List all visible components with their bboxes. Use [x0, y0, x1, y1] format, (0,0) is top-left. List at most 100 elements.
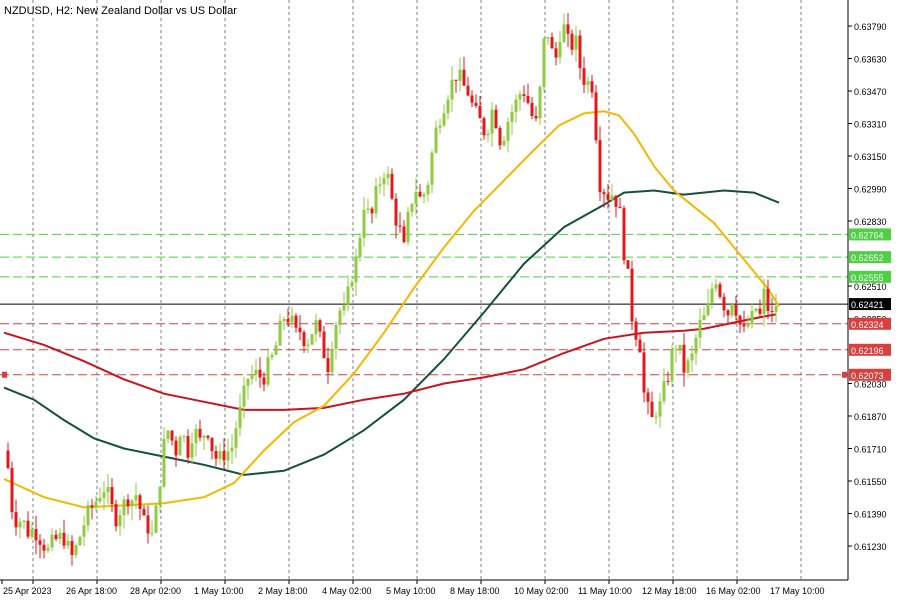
candle-body [170, 430, 174, 441]
candle-body [638, 339, 642, 353]
candle-body [418, 191, 422, 197]
candle-body [538, 86, 542, 119]
candle-body [278, 320, 282, 346]
candle-body [186, 436, 190, 458]
candle-body [718, 284, 722, 297]
candle-body [666, 381, 670, 383]
candle-body [614, 195, 618, 207]
candle-body [446, 99, 450, 114]
candle-body [502, 140, 506, 146]
candle-body [474, 102, 478, 106]
candle-body [202, 435, 206, 438]
candle-body [646, 392, 650, 402]
candle-body [130, 500, 134, 507]
candle-body [662, 381, 666, 402]
candle-body [82, 525, 86, 537]
candle-body [510, 112, 514, 123]
candle-body [438, 125, 442, 128]
candle-body [642, 352, 646, 393]
time-tick-label: 10 May 02:00 [514, 586, 569, 596]
price-tick-label: 0.61870 [854, 412, 887, 422]
candle-body [90, 505, 94, 508]
candle-body [6, 450, 10, 468]
candle-body [734, 304, 738, 316]
candle-body [246, 379, 250, 386]
candle-body [610, 195, 614, 200]
candle-body [770, 310, 774, 312]
candle-body [358, 237, 362, 258]
level-marker-right [842, 371, 847, 378]
candle-body [182, 436, 186, 438]
candle-body [686, 360, 690, 373]
candle-body [190, 443, 194, 458]
candle-body [670, 349, 674, 382]
candle-body [66, 541, 70, 546]
chart-window: 0.63790 0.63630 0.63470 0.63310 0.63150 0.629… [0, 0, 900, 600]
candle-body [494, 109, 498, 128]
candle-body [22, 520, 26, 523]
candle-body [710, 288, 714, 304]
candle-body [518, 94, 522, 100]
candle-body [126, 499, 130, 507]
candle-body [118, 515, 122, 527]
candle-body [678, 344, 682, 350]
candle-body [414, 191, 418, 204]
candle-body [750, 311, 754, 325]
candle-body [294, 315, 298, 328]
candle-body [566, 24, 570, 34]
current-price-label: 0.62421 [851, 300, 884, 310]
price-chart: 0.63790 0.63630 0.63470 0.63310 0.63150 0.629… [0, 0, 900, 600]
candle-body [50, 534, 54, 548]
price-tick-label: 0.62830 [854, 217, 887, 227]
candle-body [706, 303, 710, 316]
candle-body [162, 438, 166, 487]
candle-body [382, 178, 386, 185]
candle-body [274, 345, 278, 355]
price-tick-label: 0.62510 [854, 282, 887, 292]
level-label: 0.62555 [851, 273, 884, 283]
candle-body [194, 428, 198, 444]
candle-body [754, 308, 758, 312]
chart-title: NZDUSD, H2: New Zealand Dollar vs US Dol… [4, 5, 237, 17]
candle-body [58, 532, 62, 540]
candle-body [42, 544, 46, 551]
candle-body [558, 41, 562, 58]
candle-body [674, 349, 678, 351]
candle-body [722, 296, 726, 311]
candle-body [402, 226, 406, 243]
candle-body [354, 257, 358, 283]
candle-body [314, 320, 318, 335]
candle-body [26, 520, 30, 537]
price-tick-label: 0.63630 [854, 55, 887, 65]
price-tick-label: 0.61710 [854, 445, 887, 455]
candle-body [634, 321, 638, 340]
time-tick-label: 16 May 02:00 [706, 586, 761, 596]
candle-body [658, 401, 662, 417]
candle-body [338, 310, 342, 325]
candle-body [410, 203, 414, 212]
price-tick-label: 0.62030 [854, 380, 887, 390]
candle-body [486, 133, 490, 136]
candle-body [110, 487, 114, 505]
level-label: 0.62324 [851, 320, 884, 330]
candle-body [578, 35, 582, 69]
candle-body [234, 428, 238, 448]
candle-body [310, 334, 314, 345]
candle-body [318, 320, 322, 332]
candle-body [762, 288, 766, 314]
candle-body [530, 102, 534, 116]
candle-body [146, 515, 150, 534]
candle-body [466, 85, 470, 96]
candle-body [150, 532, 154, 534]
candle-body [398, 225, 402, 227]
candle-body [270, 354, 274, 358]
candle-body [266, 357, 270, 385]
candle-body [746, 324, 750, 327]
candle-body [238, 406, 242, 429]
candle-body [346, 286, 350, 306]
candle-body [78, 536, 82, 546]
candle-body [562, 24, 566, 42]
level-label: 0.62652 [851, 253, 884, 263]
time-tick-label: 2 May 18:00 [258, 586, 308, 596]
level-label: 0.62073 [851, 371, 884, 381]
